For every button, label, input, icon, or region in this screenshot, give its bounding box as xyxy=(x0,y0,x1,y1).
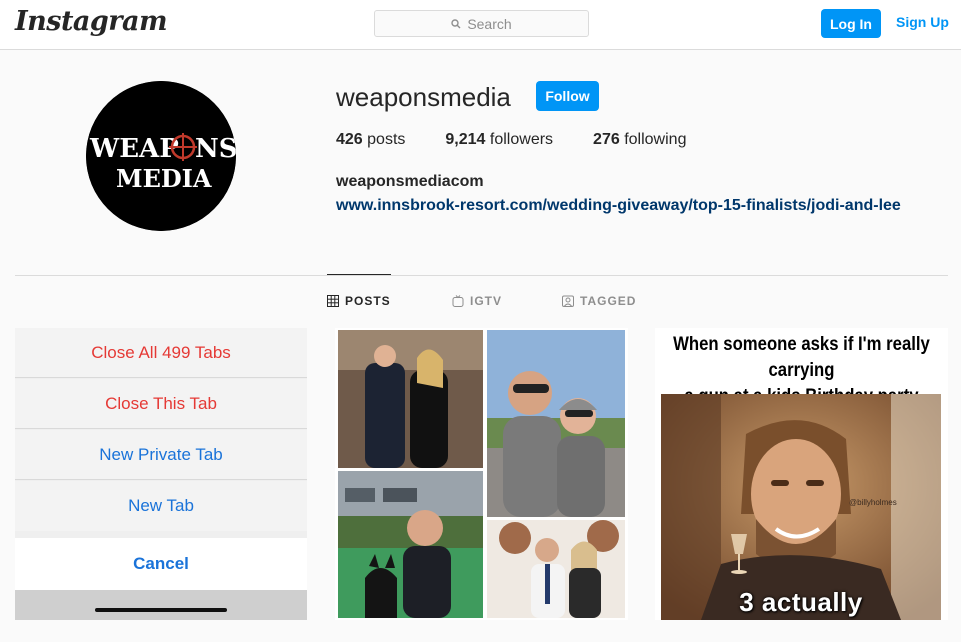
tab-tagged[interactable]: TAGGED xyxy=(562,294,636,308)
logo-text-ns: NS xyxy=(195,134,236,164)
post-thumbnail-2[interactable] xyxy=(335,328,628,620)
couple-photo-collage xyxy=(335,328,628,620)
signup-link[interactable]: Sign Up xyxy=(896,14,949,30)
search-placeholder: Search xyxy=(467,15,512,32)
posts-count: 426 xyxy=(336,131,363,148)
meme-caption-line-1: When someone asks if I'm really carrying xyxy=(673,334,930,381)
following-count-stat[interactable]: 276 following xyxy=(593,131,686,149)
sheet-item-close-all-tabs: Close All 499 Tabs xyxy=(15,328,307,378)
posts-label: posts xyxy=(367,131,406,148)
profile-username: weaponsmedia xyxy=(336,82,511,112)
followers-count-stat[interactable]: 9,214 followers xyxy=(445,131,553,149)
instagram-logo[interactable]: Instagram xyxy=(15,6,168,37)
followers-count: 9,214 xyxy=(445,131,486,148)
posts-count-stat: 426 posts xyxy=(336,131,405,149)
tab-tagged-label: TAGGED xyxy=(580,294,637,308)
login-button[interactable]: Log In xyxy=(821,9,881,38)
logo-text-weap: WEAP xyxy=(89,134,179,164)
meme-bottom-text: 3 actually xyxy=(739,587,863,617)
grid-icon xyxy=(327,295,339,307)
sheet-item-close-this-tab: Close This Tab xyxy=(15,379,307,429)
profile-stats: 426 posts 9,214 followers 276 following xyxy=(336,131,726,149)
section-divider xyxy=(15,275,948,276)
post-thumbnail-3[interactable]: When someone asks if I'm really carrying… xyxy=(655,328,948,620)
tab-igtv-label: IGTV xyxy=(470,294,503,308)
search-icon xyxy=(451,18,461,28)
sheet-item-new-private-tab: New Private Tab xyxy=(15,430,307,480)
home-indicator xyxy=(95,608,227,612)
top-navigation-bar: Instagram Search Log In Sign Up xyxy=(0,0,961,50)
meme-image: @billyholmes 3 actually xyxy=(661,394,941,620)
profile-full-name: weaponsmediacom xyxy=(336,173,484,190)
tab-posts[interactable]: POSTS xyxy=(327,294,391,308)
sheet-item-new-tab: New Tab xyxy=(15,481,307,531)
home-indicator-area xyxy=(15,590,307,620)
igtv-icon xyxy=(452,295,464,307)
weapons-media-logo: WEAP NS MEDIA xyxy=(86,81,236,231)
profile-avatar[interactable]: WEAP NS MEDIA xyxy=(86,81,236,231)
logo-text-media: MEDIA xyxy=(116,164,212,193)
tab-posts-label: POSTS xyxy=(345,294,391,308)
tagged-icon xyxy=(562,295,574,307)
active-tab-indicator xyxy=(327,274,391,275)
sheet-cancel: Cancel xyxy=(15,538,307,590)
followers-label: followers xyxy=(489,131,554,148)
search-input[interactable]: Search xyxy=(374,10,589,37)
post-thumbnail-1[interactable]: Close All 499 Tabs Close This Tab New Pr… xyxy=(15,328,307,620)
follow-button[interactable]: Follow xyxy=(536,81,599,111)
tab-igtv[interactable]: IGTV xyxy=(452,294,502,308)
following-count: 276 xyxy=(593,131,620,148)
profile-bio-link[interactable]: www.innsbrook-resort.com/wedding-giveawa… xyxy=(336,197,901,215)
meme-watermark: @billyholmes xyxy=(849,498,897,507)
following-label: following xyxy=(624,131,687,148)
